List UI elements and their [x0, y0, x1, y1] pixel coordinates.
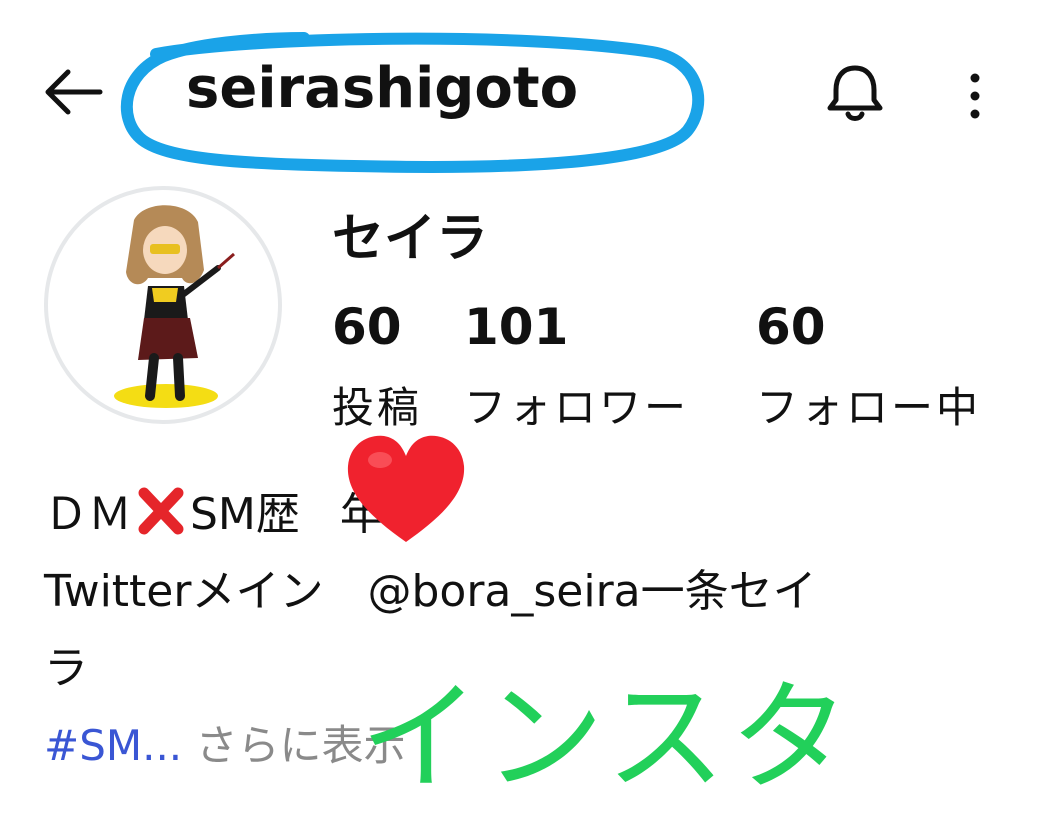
heart-sticker-icon	[342, 430, 470, 548]
followers-count[interactable]: 101	[464, 298, 568, 356]
posts-count[interactable]: 60	[332, 298, 402, 356]
posts-label[interactable]: 投稿	[332, 374, 422, 435]
more-options-button[interactable]	[958, 66, 992, 126]
bio-line: ＤＭ SM歴年	[44, 478, 384, 542]
followers-label[interactable]: フォロワー	[464, 374, 689, 435]
avatar[interactable]	[44, 186, 282, 424]
bio-line: #SM... さらに表示	[44, 712, 406, 773]
bio-text: ＤＭ	[44, 489, 132, 540]
bell-icon	[827, 65, 883, 121]
bio-line: Twitterメイン @bora_seira一条セイ	[44, 566, 817, 617]
cross-mark-icon	[138, 487, 184, 535]
back-button[interactable]	[40, 66, 104, 118]
notification-bell-button[interactable]	[822, 60, 888, 124]
bio-text: SM歴	[190, 489, 300, 540]
avatar-illustration	[114, 205, 235, 408]
following-label[interactable]: フォロー中	[756, 374, 981, 435]
following-count[interactable]: 60	[756, 298, 826, 356]
bio-line: ラ	[44, 643, 88, 694]
profile-display-name: セイラ	[332, 209, 489, 269]
highlight-circle-annotation	[120, 32, 705, 173]
insta-annotation: インスタ	[360, 669, 854, 808]
hashtag-link[interactable]: #SM...	[44, 721, 182, 770]
arrow-left-icon	[45, 69, 103, 115]
more-vertical-icon	[970, 73, 980, 119]
